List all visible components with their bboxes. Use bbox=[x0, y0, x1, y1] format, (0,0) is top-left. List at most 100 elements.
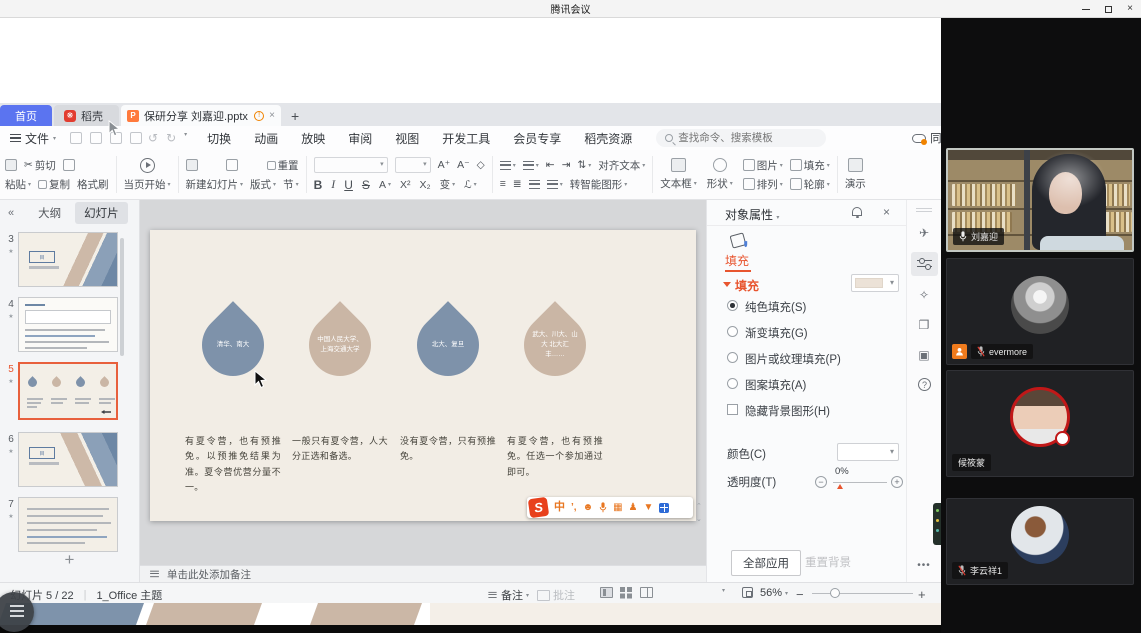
transparency-plus-button[interactable]: + bbox=[891, 476, 903, 488]
format-painter-button[interactable]: 格式刷 bbox=[77, 177, 109, 192]
fill-button[interactable]: 填充▾ bbox=[790, 158, 830, 173]
reset-button[interactable]: 重置 bbox=[267, 158, 299, 173]
section-button[interactable]: 节▾ bbox=[283, 177, 299, 192]
file-menu[interactable]: 文件 ▾ bbox=[0, 130, 64, 147]
gradient-fill-label[interactable]: 渐变填充(G) bbox=[745, 325, 808, 341]
arrange-button[interactable]: 排列▾ bbox=[743, 177, 783, 192]
slide-shape-drop-2[interactable]: 中国人民大学、上海交通大学 bbox=[296, 301, 384, 389]
align-text-button[interactable]: 对齐文本▾ bbox=[598, 158, 645, 173]
menu-devtools[interactable]: 开发工具 bbox=[442, 130, 490, 147]
zoom-level[interactable]: 56%▾ bbox=[760, 587, 788, 599]
command-search[interactable] bbox=[656, 129, 826, 147]
zoom-in-button[interactable]: + bbox=[918, 587, 926, 602]
text-direction-button[interactable]: ⇅▾ bbox=[577, 159, 591, 171]
tab-slides[interactable]: 幻灯片 bbox=[75, 202, 128, 224]
fill-swatch-dropdown[interactable] bbox=[851, 274, 899, 292]
underline-button[interactable]: U bbox=[344, 178, 353, 192]
slide-shape-drop-4[interactable]: 武大、川大、山大 北大汇丰…… bbox=[511, 301, 599, 389]
color-dropdown[interactable] bbox=[837, 443, 899, 461]
undo-icon[interactable]: ↺ bbox=[148, 131, 158, 145]
line-spacing-icon[interactable] bbox=[529, 180, 540, 189]
search-input[interactable] bbox=[678, 132, 817, 144]
outdent-icon[interactable]: ⇤ bbox=[546, 159, 555, 171]
decrease-font-button[interactable]: A⁻ bbox=[457, 159, 470, 171]
zoom-slider[interactable] bbox=[812, 593, 913, 594]
play-current-button[interactable]: 当页开始▾ bbox=[124, 177, 171, 192]
font-family-select[interactable] bbox=[314, 157, 388, 173]
texture-fill-label[interactable]: 图片或纹理填充(P) bbox=[745, 351, 841, 367]
number-list-button[interactable]: ▾ bbox=[523, 161, 539, 170]
help-icon[interactable]: ? bbox=[918, 378, 931, 391]
properties-sliders-icon[interactable] bbox=[917, 260, 932, 261]
zoom-out-button[interactable]: − bbox=[796, 587, 804, 602]
zoom-slider-knob[interactable] bbox=[830, 588, 840, 598]
restore-icon[interactable] bbox=[1105, 6, 1112, 13]
clear-format-icon[interactable]: ◇ bbox=[477, 159, 485, 171]
font-size-select[interactable] bbox=[395, 157, 431, 173]
strip-handle[interactable] bbox=[916, 208, 932, 209]
video-tile-1[interactable]: 刘嘉迎 bbox=[946, 148, 1134, 252]
indent-icon[interactable]: ⇥ bbox=[562, 159, 571, 171]
close-tab-icon[interactable]: × bbox=[269, 110, 275, 121]
pattern-fill-label[interactable]: 图案填充(A) bbox=[745, 377, 806, 393]
slide-text-1[interactable]: 有夏令营，也有预推免。以预推免结果为准。夏令营优营分量不一。 bbox=[185, 434, 281, 495]
slide-text-3[interactable]: 没有夏令营，只有预推免。 bbox=[400, 434, 496, 465]
picture-button[interactable]: 图片▾ bbox=[743, 158, 783, 173]
quick-send-icon[interactable]: ✈ bbox=[907, 226, 941, 240]
notes-bar[interactable]: 单击此处添加备注 bbox=[140, 565, 706, 582]
text-box-button[interactable]: 文本框▾ bbox=[660, 176, 697, 191]
menu-docer-res[interactable]: 稻壳资源 bbox=[584, 130, 632, 147]
strike-button[interactable]: S bbox=[362, 178, 370, 192]
ime-mode-chinese[interactable]: 中 bbox=[554, 502, 565, 513]
to-smart-graphic-button[interactable]: 转智能图形▾ bbox=[570, 177, 628, 192]
present-button[interactable]: 演示 bbox=[845, 176, 866, 191]
comments-button[interactable]: 批注 bbox=[537, 587, 575, 603]
export-icon[interactable] bbox=[90, 132, 102, 144]
video-tile-2[interactable]: evermore bbox=[946, 258, 1134, 365]
ime-voice-icon[interactable] bbox=[599, 502, 607, 513]
more-icon[interactable]: ▾ bbox=[184, 131, 187, 145]
notes-toggle-button[interactable]: 备注▾ bbox=[487, 587, 529, 603]
save-icon[interactable] bbox=[70, 132, 82, 144]
slide-thumbnail-4[interactable] bbox=[18, 297, 118, 352]
copy-button[interactable]: 复制 bbox=[38, 177, 70, 192]
slide-text-4[interactable]: 有夏令营，也有预推免。任选一个参加通过即可。 bbox=[507, 434, 603, 480]
current-slide[interactable]: 清华、南大 有夏令营，也有预推免。以预推免结果为准。夏令营优营分量不一。 中国人… bbox=[150, 230, 696, 521]
thumbnail-scrollbar[interactable] bbox=[120, 238, 124, 356]
paste-button[interactable]: 粘贴▾ bbox=[5, 177, 31, 192]
highlight-button[interactable]: ℒ▾ bbox=[464, 179, 477, 191]
italic-button[interactable]: I bbox=[331, 177, 335, 192]
slide-shape-drop-3[interactable]: 北大、复旦 bbox=[404, 301, 492, 389]
reading-view-button[interactable] bbox=[640, 587, 653, 598]
ime-punctuation-icon[interactable]: ’, bbox=[571, 503, 577, 513]
tab-outline[interactable]: 大纲 bbox=[38, 205, 61, 221]
ime-keyboard-icon[interactable]: ▦ bbox=[613, 503, 622, 513]
slide-thumbnail-7[interactable] bbox=[18, 497, 118, 552]
tab-document[interactable]: P 保研分享 刘嘉迎.pptx ! × bbox=[121, 105, 281, 126]
ime-account-icon[interactable]: ♟ bbox=[629, 503, 638, 513]
text-effect-button[interactable]: 变▾ bbox=[440, 177, 456, 192]
new-slide-button[interactable]: 新建幻灯片▾ bbox=[186, 177, 244, 192]
menu-slideshow[interactable]: 放映 bbox=[301, 130, 325, 147]
sorter-view-button[interactable] bbox=[620, 587, 633, 598]
align-center-icon[interactable]: ≣ bbox=[513, 178, 522, 190]
ime-skin-icon[interactable]: ▼ bbox=[644, 503, 654, 513]
sogou-logo-icon[interactable]: S bbox=[528, 497, 549, 518]
new-tab-button[interactable]: + bbox=[291, 105, 299, 126]
slide-thumbnail-5-selected[interactable] bbox=[18, 362, 118, 420]
radio-gradient-fill[interactable] bbox=[727, 326, 738, 337]
fill-tab[interactable]: 填充 bbox=[725, 252, 749, 269]
radio-pattern-fill[interactable] bbox=[727, 378, 738, 389]
strip-more-icon[interactable]: ••• bbox=[907, 560, 941, 571]
slide-thumbnail-6[interactable]: 目 bbox=[18, 432, 118, 487]
ime-toolbar[interactable]: S 中 ’, ☻ ▦ ♟ ▼ bbox=[527, 497, 693, 518]
status-more-dropdown[interactable]: ▾ bbox=[722, 587, 725, 594]
bullet-list-button[interactable]: ▾ bbox=[500, 161, 516, 170]
video-tile-4[interactable]: 李云祥1 bbox=[946, 498, 1134, 585]
preview-icon[interactable] bbox=[130, 132, 142, 144]
reset-background-button[interactable]: 重置背景 bbox=[805, 554, 851, 570]
radio-solid-fill[interactable] bbox=[727, 300, 738, 311]
normal-view-button[interactable] bbox=[600, 587, 613, 598]
pin-bell-icon[interactable] bbox=[852, 207, 862, 216]
menu-review[interactable]: 审阅 bbox=[348, 130, 372, 147]
